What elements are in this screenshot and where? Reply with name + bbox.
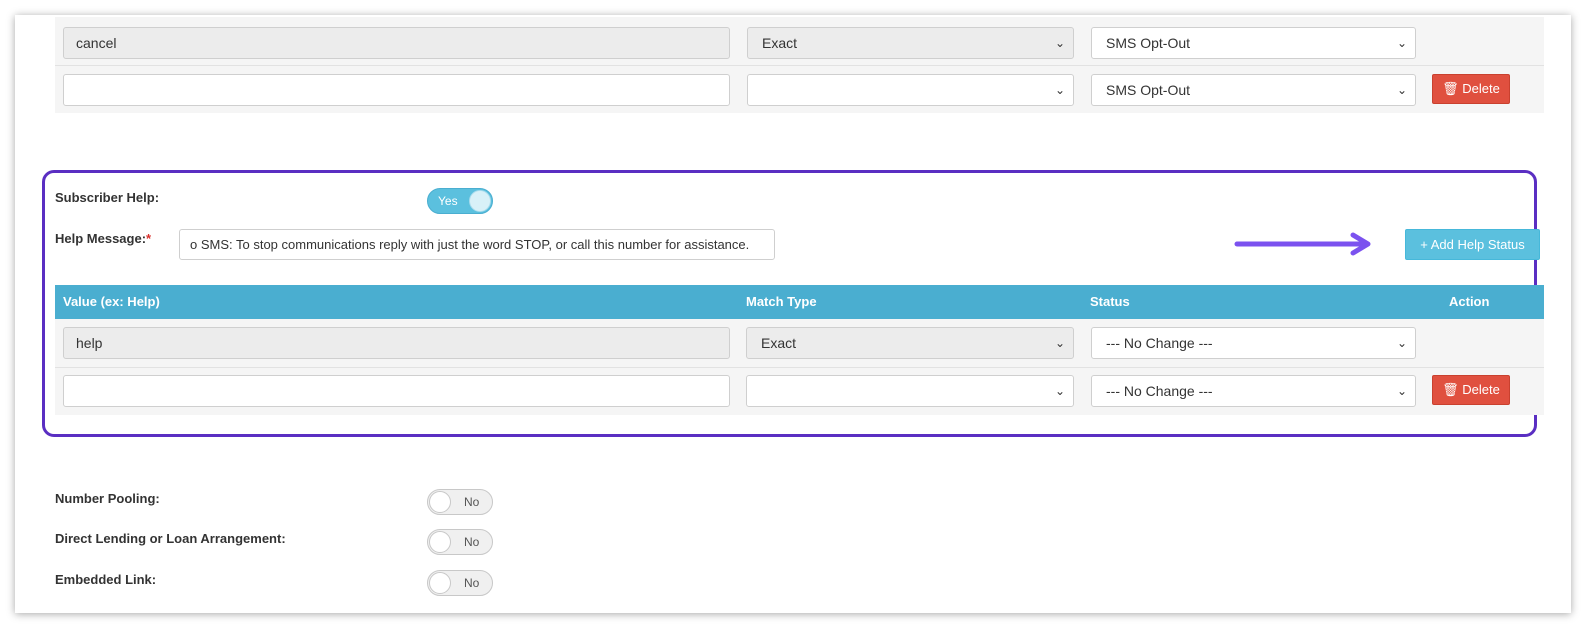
help-message-input[interactable]: o SMS: To stop communications reply with… [179,229,775,260]
help-match-type-select[interactable]: Exact ⌄ [746,327,1074,359]
help-status-select[interactable]: --- No Change --- ⌄ [1091,375,1416,407]
help-value-input[interactable] [63,375,730,407]
column-header: Action [1449,294,1490,309]
required-mark: * [146,231,152,246]
chevron-down-icon: ⌄ [1396,36,1407,50]
toggle-label: No [464,576,480,590]
help-message-label-text: Help Message: [55,231,147,246]
number-pooling-label: Number Pooling: [55,491,160,506]
delete-button[interactable]: 🗑 Delete [1432,74,1510,104]
trash-icon: 🗑 [1442,382,1459,397]
help-status-select[interactable]: --- No Change --- ⌄ [1091,327,1416,359]
chevron-down-icon: ⌄ [1396,384,1407,398]
column-header: Match Type [746,294,817,309]
toggle-label: No [464,495,480,509]
chevron-down-icon: ⌄ [1054,384,1065,398]
help-match-type-select[interactable]: ⌄ [746,375,1074,407]
delete-label: Delete [1462,382,1500,397]
chevron-down-icon: ⌄ [1396,336,1407,350]
direct-lending-label: Direct Lending or Loan Arrangement: [55,531,286,546]
chevron-down-icon: ⌄ [1054,336,1065,350]
toggle-knob [429,572,451,594]
select-value: SMS Opt-Out [1106,35,1191,51]
select-value: --- No Change --- [1106,335,1213,351]
opt-out-value-input[interactable] [63,74,730,106]
chevron-down-icon: ⌄ [1054,83,1065,97]
toggle-knob [429,531,451,553]
pointer-arrow-icon [1234,232,1371,256]
embedded-link-label: Embedded Link: [55,572,157,587]
opt-out-match-type-select[interactable]: Exact ⌄ [747,27,1074,59]
opt-out-value-input[interactable]: cancel [63,27,730,59]
number-pooling-toggle[interactable]: No [427,489,493,515]
subscriber-help-label: Subscriber Help: [55,190,160,205]
delete-label: Delete [1462,81,1500,96]
chevron-down-icon: ⌄ [1054,36,1065,50]
subscriber-help-toggle[interactable]: Yes [427,188,493,214]
select-value: Exact [762,35,798,51]
help-message-label: Help Message:* [55,231,151,246]
plus-icon: + [1420,237,1428,252]
column-header: Value (ex: Help) [63,294,160,309]
help-table-header: Value (ex: Help) Match Type Status Actio… [55,285,1544,319]
opt-out-status-select[interactable]: SMS Opt-Out ⌄ [1091,27,1416,59]
opt-out-match-type-select[interactable]: ⌄ [747,74,1074,106]
trash-icon: 🗑 [1442,81,1459,96]
add-help-status-label: Add Help Status [1430,237,1525,252]
select-value: --- No Change --- [1106,383,1213,399]
toggle-label: Yes [438,194,458,208]
select-value: Exact [761,335,797,351]
embedded-link-toggle[interactable]: No [427,570,493,596]
column-header: Status [1090,294,1130,309]
toggle-knob [429,491,451,513]
toggle-label: No [464,535,480,549]
delete-button[interactable]: 🗑 Delete [1432,375,1510,405]
opt-out-status-select[interactable]: SMS Opt-Out ⌄ [1091,74,1416,106]
help-value-input[interactable]: help [63,327,730,359]
select-value: SMS Opt-Out [1106,82,1191,98]
add-help-status-button[interactable]: + Add Help Status [1405,229,1540,260]
toggle-knob [469,190,491,212]
chevron-down-icon: ⌄ [1396,83,1407,97]
direct-lending-toggle[interactable]: No [427,529,493,555]
